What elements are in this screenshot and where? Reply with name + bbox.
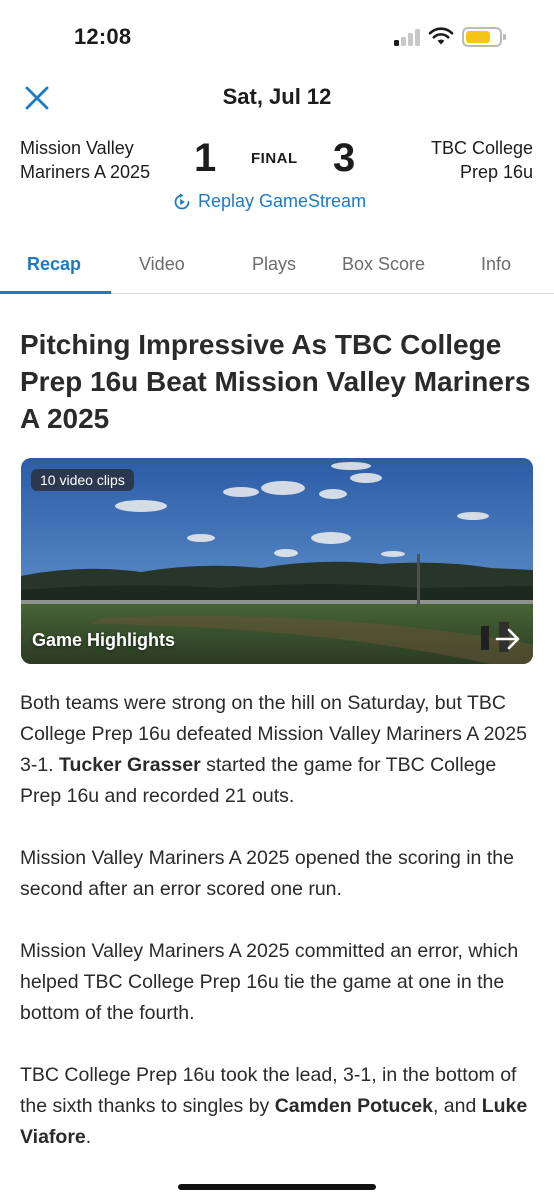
game-date: Sat, Jul 12 [222,84,332,109]
tab-bar: Recap Video Plays Box Score Info [0,240,554,294]
away-team-line1: TBC College [430,138,533,158]
battery-icon [462,27,506,47]
home-team-line2: Mariners A 2025 [20,162,151,182]
home-team-score: 1 [194,136,217,180]
article-paragraph: TBC College Prep 16u took the lead, 3-1,… [20,1060,540,1153]
game-highlights-video[interactable]: 10 video clips Game Highlights [21,458,533,664]
status-time: 12:08 [74,24,132,49]
away-team-name[interactable]: TBC College Prep 16u [431,136,533,184]
replay-gamestream-link[interactable]: Replay GameStream [172,191,366,212]
game-status: FINAL [251,150,298,167]
article-paragraph: Mission Valley Mariners A 2025 opened th… [20,843,540,905]
away-team-line2: Prep 16u [459,162,533,182]
article-headline: Pitching Impressive As TBC College Prep … [20,329,531,434]
away-team-score: 3 [333,136,356,180]
status-bar: 12:08 [0,0,554,70]
video-title: Game Highlights [32,630,176,650]
player-name-camden-potucek: Camden Potucek [274,1095,433,1117]
article-paragraph: Mission Valley Mariners A 2025 committed… [20,936,540,1029]
player-name-tucker-grasser: Tucker Grasser [59,754,201,776]
article-body: Both teams were strong on the hill on Sa… [20,688,540,1184]
replay-label: Replay GameStream [198,191,367,211]
paragraph-text: . [85,1126,92,1148]
video-clips-badge: 10 video clips [31,469,134,491]
active-tab-indicator [0,291,111,294]
tab-box-score[interactable]: Box Score [342,254,425,275]
tab-video[interactable]: Video [139,254,185,275]
battery-level [466,31,490,43]
article-paragraph: Both teams were strong on the hill on Sa… [20,688,540,812]
home-team-line1: Mission Valley [20,138,134,158]
tab-recap[interactable]: Recap [27,254,81,275]
wifi-icon [428,27,454,45]
arrow-right-icon [495,628,520,650]
cellular-signal-icon [394,28,422,46]
home-team-name[interactable]: Mission Valley Mariners A 2025 [20,136,150,184]
paragraph-text: Mission Valley Mariners A 2025 committed… [20,940,519,1024]
replay-icon [174,192,190,209]
tab-info[interactable]: Info [481,254,511,275]
home-indicator[interactable] [178,1184,376,1190]
paragraph-text: , and [432,1095,482,1117]
tab-plays[interactable]: Plays [252,254,296,275]
paragraph-text: Mission Valley Mariners A 2025 opened th… [20,847,514,900]
